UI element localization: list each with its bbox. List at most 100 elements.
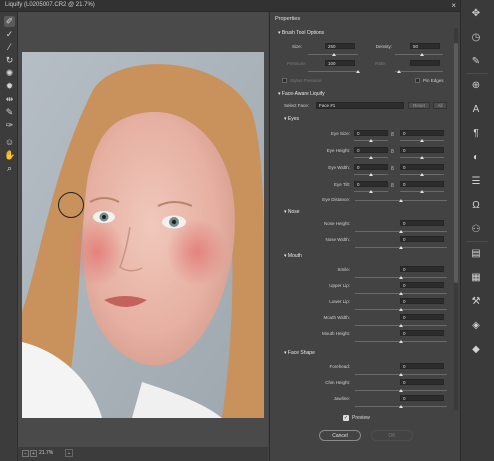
all-button[interactable]: All — [433, 102, 447, 109]
rate-field[interactable] — [410, 60, 440, 66]
pin-edges-checkbox[interactable] — [415, 78, 420, 83]
paragraph-icon[interactable]: ¶ — [469, 128, 483, 140]
eye-right-slider-knob[interactable] — [420, 139, 424, 142]
brush-options-header[interactable]: Brush Tool Options — [278, 30, 324, 36]
clone-source-icon[interactable]: ⊕ — [469, 80, 483, 92]
density-field[interactable]: 50 — [410, 43, 440, 49]
face-shape-header[interactable]: Face Shape — [284, 350, 315, 356]
face-aware-header[interactable]: Face-Aware Liquify — [278, 91, 325, 97]
smooth-tool-icon[interactable]: ⁄ — [4, 42, 15, 53]
mouth-field[interactable]: 0 — [400, 266, 444, 272]
twirl-clockwise-tool-icon[interactable]: ↻ — [4, 55, 15, 66]
layers-icon[interactable]: ▦ — [469, 272, 483, 284]
eye-left-slider-knob[interactable] — [369, 156, 373, 159]
eye-left-field[interactable]: 0 — [354, 181, 388, 187]
link-eyes-icon[interactable]: 8 — [391, 166, 394, 172]
hand-tool-icon[interactable]: ✋ — [4, 150, 15, 161]
nose-slider-knob[interactable] — [399, 230, 403, 233]
shape-slider-knob[interactable] — [399, 405, 403, 408]
eye-right-slider-knob[interactable] — [420, 190, 424, 193]
panel-scrollbar[interactable] — [454, 28, 458, 423]
eye-left-slider-knob[interactable] — [369, 173, 373, 176]
mouth-field[interactable]: 0 — [400, 330, 444, 336]
ok-button[interactable]: OK — [371, 430, 413, 441]
history-icon[interactable]: ◷ — [469, 32, 483, 44]
mouth-slider-knob[interactable] — [399, 308, 403, 311]
canvas-area[interactable] — [18, 12, 268, 461]
thaw-mask-tool-icon[interactable]: ✑ — [4, 120, 15, 131]
eye-left-field[interactable]: 0 — [354, 147, 388, 153]
zoom-out-button[interactable]: − — [22, 450, 29, 457]
mouth-field[interactable]: 0 — [400, 298, 444, 304]
mouth-slider-knob[interactable] — [399, 292, 403, 295]
reconstruct-tool-icon[interactable]: ✓ — [4, 29, 15, 40]
character-icon[interactable]: A — [469, 104, 483, 116]
eye-left-field[interactable]: 0 — [354, 164, 388, 170]
size-field[interactable]: 250 — [325, 43, 355, 49]
properties-scroll-area[interactable]: Brush Tool Options Size: 250 Density: 50… — [270, 28, 453, 423]
zoom-tool-icon[interactable]: ⌕ — [4, 163, 15, 174]
push-left-tool-icon[interactable]: ⇹ — [4, 94, 15, 105]
density-slider[interactable] — [395, 54, 443, 55]
reset-button[interactable]: Reset — [408, 102, 430, 109]
eye-left-slider-knob[interactable] — [369, 139, 373, 142]
eyes-header[interactable]: Eyes — [284, 116, 299, 122]
eye-right-field[interactable]: 0 — [400, 130, 444, 136]
nose-slider-knob[interactable] — [399, 246, 403, 249]
nose-field[interactable]: 0 — [400, 236, 444, 242]
stylus-pressure-checkbox[interactable] — [282, 78, 287, 83]
freeze-mask-tool-icon[interactable]: ✎ — [4, 107, 15, 118]
properties-icon[interactable]: ☰ — [469, 176, 483, 188]
mouth-slider-knob[interactable] — [399, 340, 403, 343]
pressure-field[interactable]: 100 — [325, 60, 355, 66]
brush-icon[interactable]: ✎ — [469, 56, 483, 68]
pucker-tool-icon[interactable]: ✺ — [4, 68, 15, 79]
shape-slider-knob[interactable] — [399, 373, 403, 376]
panel-scroll-thumb[interactable] — [454, 43, 458, 283]
eye-right-field[interactable]: 0 — [400, 164, 444, 170]
mouth-field[interactable]: 0 — [400, 282, 444, 288]
nose-field[interactable]: 0 — [400, 220, 444, 226]
mouth-header[interactable]: Mouth — [284, 253, 302, 259]
eye-distance-slider-knob[interactable] — [399, 199, 403, 202]
eye-right-slider-knob[interactable] — [420, 156, 424, 159]
face-tool-icon[interactable]: ☺ — [4, 137, 15, 148]
eye-left-slider-knob[interactable] — [369, 190, 373, 193]
pressure-slider-knob[interactable] — [356, 70, 360, 73]
zoom-dropdown[interactable]: ⌄ — [65, 449, 73, 457]
move-icon[interactable]: ✥ — [469, 8, 483, 20]
bloat-tool-icon[interactable]: ✹ — [4, 81, 15, 92]
photo-preview[interactable] — [22, 52, 264, 418]
shape-field[interactable]: 0 — [400, 379, 444, 385]
cancel-button[interactable]: Cancel — [319, 430, 361, 441]
eye-right-field[interactable]: 0 — [400, 147, 444, 153]
size-slider-knob[interactable] — [332, 53, 336, 56]
mouth-field[interactable]: 0 — [400, 314, 444, 320]
preview-checkbox[interactable]: ✓ — [343, 415, 349, 421]
close-icon[interactable]: × — [451, 1, 456, 10]
eye-right-slider-knob[interactable] — [420, 173, 424, 176]
shape-field[interactable]: 0 — [400, 363, 444, 369]
tools-icon[interactable]: ⚒ — [469, 296, 483, 308]
link-eyes-icon[interactable]: 8 — [391, 149, 394, 155]
zoom-in-button[interactable]: + — [30, 450, 37, 457]
rate-slider[interactable] — [395, 71, 443, 72]
select-face-dropdown[interactable]: Face #1 — [316, 102, 404, 109]
eye-right-field[interactable]: 0 — [400, 181, 444, 187]
people-icon[interactable]: ⚇ — [469, 224, 483, 236]
nose-header[interactable]: Nose — [284, 209, 300, 215]
pressure-slider[interactable] — [308, 71, 358, 72]
link-eyes-icon[interactable]: 8 — [391, 183, 394, 189]
mouth-slider-knob[interactable] — [399, 324, 403, 327]
styles-icon[interactable]: ◈ — [469, 320, 483, 332]
swatches-icon[interactable]: ◆ — [469, 344, 483, 356]
adjust-icon[interactable]: ◐ — [469, 152, 483, 164]
shape-slider-knob[interactable] — [399, 389, 403, 392]
link-eyes-icon[interactable]: 8 — [391, 132, 394, 138]
rate-slider-knob[interactable] — [397, 70, 401, 73]
glyphs-icon[interactable]: Ω — [469, 200, 483, 212]
eye-left-field[interactable]: 0 — [354, 130, 388, 136]
shape-field[interactable]: 0 — [400, 395, 444, 401]
notes-icon[interactable]: ▤ — [469, 248, 483, 260]
density-slider-knob[interactable] — [420, 53, 424, 56]
